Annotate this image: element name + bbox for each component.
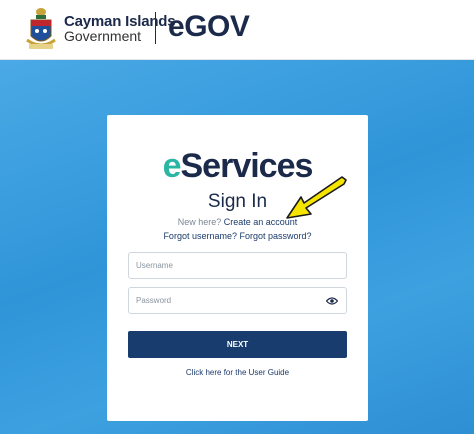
user-guide-link[interactable]: Click here for the User Guide [107, 367, 368, 378]
org-line1: Cayman Islands [64, 13, 176, 30]
eye-icon[interactable] [326, 296, 338, 306]
org-line2: Government [64, 28, 142, 44]
egov-suffix: GOV [184, 10, 250, 43]
brand-prefix: e [162, 147, 182, 185]
header-divider [155, 12, 156, 44]
username-field-wrapper [128, 252, 347, 279]
password-input[interactable] [129, 288, 346, 313]
forgot-username-link[interactable]: Forgot username? [163, 231, 237, 241]
next-button[interactable]: NEXT [128, 331, 347, 358]
forgot-password-link[interactable]: Forgot password? [240, 231, 312, 241]
government-name: Cayman Islands Government [64, 13, 176, 44]
yellow-arrow-icon [286, 176, 347, 219]
sign-in-card: eServices Sign In New here? Create an ac… [107, 115, 368, 421]
forgot-line: Forgot username? Forgot password? [107, 230, 368, 242]
new-here-text: New here? [177, 217, 222, 227]
password-field-wrapper [128, 287, 347, 314]
site-header: Cayman Islands Government eGOV [0, 0, 474, 60]
egov-logo[interactable]: eGOV [168, 9, 250, 45]
username-input[interactable] [129, 253, 346, 278]
coat-of-arms-icon [26, 8, 56, 49]
egov-prefix: e [168, 10, 185, 43]
